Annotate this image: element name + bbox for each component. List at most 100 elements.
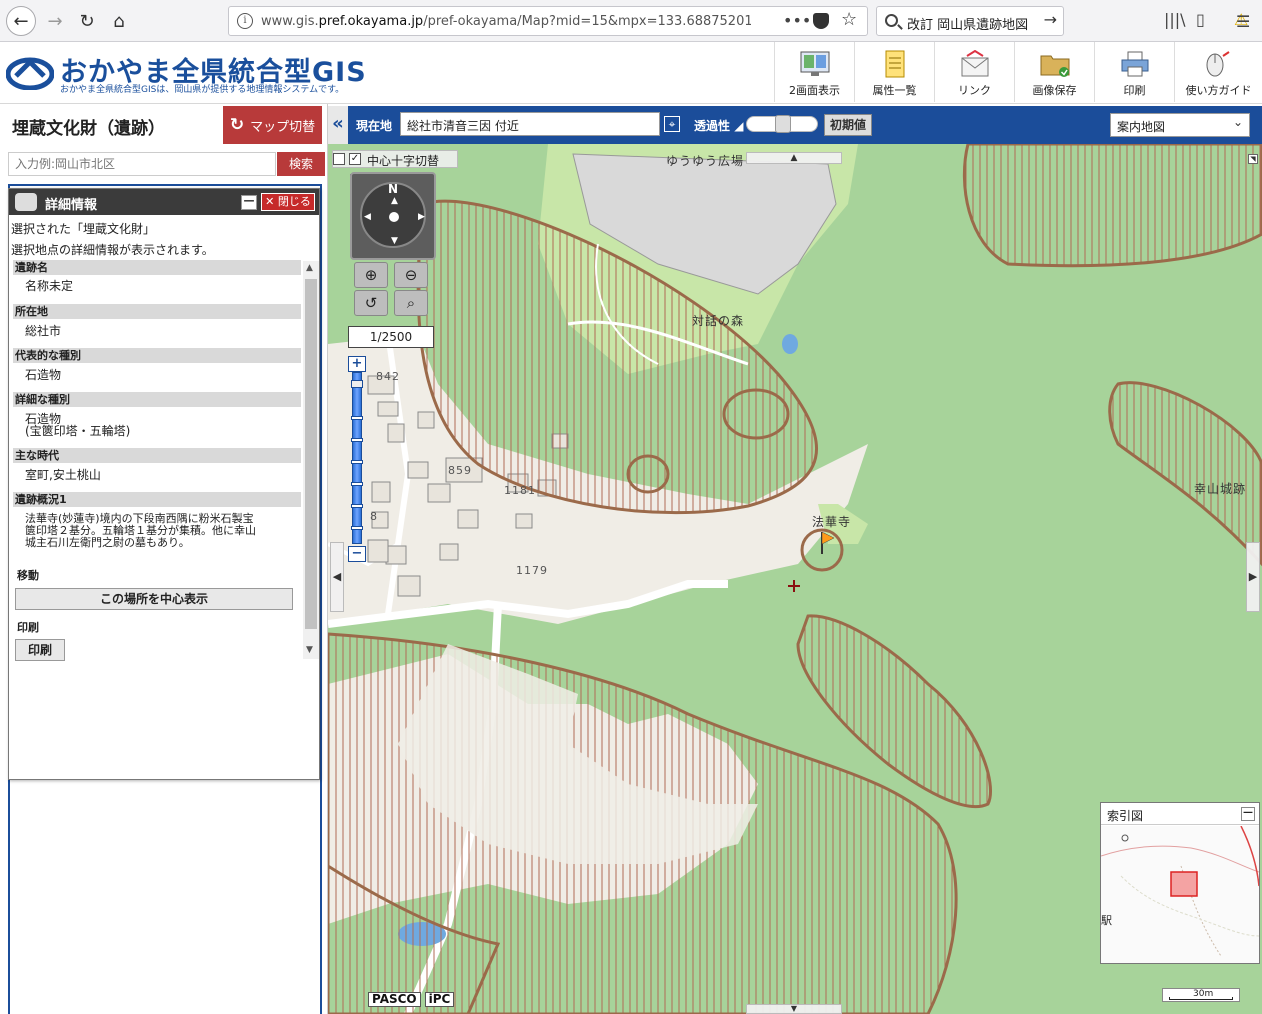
image-save-button[interactable]: 画像保存 (1014, 42, 1094, 102)
center-cross-toggle[interactable]: ✓ 中心十字切替 (332, 150, 458, 168)
back-button[interactable]: ← (6, 6, 36, 36)
zoom-slider-plus[interactable]: + (348, 356, 366, 372)
center-map-button[interactable]: この場所を中心表示 (15, 588, 293, 610)
label-forest: 対話の森 (692, 314, 745, 328)
reset-transparency-button[interactable]: 初期値 (824, 114, 872, 136)
zoom-in-button[interactable]: ⊕ (354, 262, 388, 288)
logo-subtitle: おかやま全県統合型GISは、岡山県が提供する地理情報システムです。 (60, 85, 345, 95)
pan-up-icon[interactable]: ▲ (391, 196, 398, 206)
home-button[interactable]: ⌂ (104, 6, 134, 36)
pan-north-arrow[interactable]: ▲ (746, 152, 842, 164)
address-bar[interactable]: i www.gis.pref.okayama.jp/pref-okayama/M… (228, 6, 868, 36)
scroll-up-icon[interactable]: ▲ (306, 263, 313, 273)
transparency-knob[interactable] (775, 115, 791, 133)
attribute-list-button[interactable]: 属性一覧 (854, 42, 934, 102)
index-map-window[interactable]: 索引図 — 駅 (1100, 802, 1260, 964)
detail-intro: 選択された「埋蔵文化財」 (11, 222, 156, 236)
pan-left-icon[interactable]: ◀ (364, 212, 371, 222)
arrow-right-icon[interactable]: → (1044, 10, 1057, 29)
field-value: 石造物 (宝篋印塔・五輪塔) (25, 412, 131, 438)
map-switch-button[interactable]: ↻ マップ切替 (223, 106, 322, 144)
info-document-icon (15, 193, 37, 211)
info-icon[interactable]: i (237, 13, 253, 29)
browser-search-box[interactable]: 改訂 岡山県遺跡地図 → (876, 6, 1064, 36)
zoom-tick[interactable] (351, 526, 363, 530)
zoom-tick[interactable] (351, 482, 363, 486)
detail-body: 選択された「埋蔵文化財」 選択地点の詳細情報が表示されます。 遺跡名 名称未定 … (9, 215, 319, 779)
building-number: 859 (448, 464, 472, 477)
transparency-slider[interactable] (746, 115, 818, 133)
address-search-input[interactable] (8, 152, 276, 176)
mouse-guide-icon (1206, 51, 1230, 77)
building-number: 842 (376, 370, 400, 383)
bookmark-star-icon[interactable]: ☆ (841, 9, 857, 30)
link-button[interactable]: リンク (934, 42, 1014, 102)
pan-compass[interactable]: N ▲ ▼ ◀ ▶ (350, 172, 436, 260)
url-text[interactable]: www.gis.pref.okayama.jp/pref-okayama/Map… (261, 14, 751, 32)
zoom-tick[interactable] (351, 504, 363, 508)
building-number: 1179 (516, 564, 548, 577)
pan-south-arrow[interactable]: ▼ (746, 1004, 842, 1014)
address-search-button[interactable]: 検索 (277, 152, 325, 176)
pan-down-icon[interactable]: ▼ (391, 236, 398, 246)
zoom-slider-minus[interactable]: − (348, 546, 366, 562)
current-location-field[interactable]: 総社市清音三因 付近 (400, 112, 660, 136)
center-cross-checkbox[interactable]: ✓ (349, 153, 361, 165)
detail-window-header[interactable]: 詳細情報 — ✕ 閉じる (9, 189, 319, 215)
zoom-slider-track[interactable] (352, 372, 362, 544)
pan-west-arrow[interactable]: ◀ (330, 542, 344, 612)
collapse-panel-button[interactable]: « (328, 106, 348, 144)
pan-east-arrow[interactable]: ▶ (1246, 542, 1260, 612)
reload-button[interactable]: ↻ (72, 6, 102, 36)
index-map-station-label: 駅 (1101, 914, 1112, 927)
library-icon[interactable]: |||\ (1164, 10, 1186, 29)
sidebar-icon[interactable]: ▯ (1196, 10, 1205, 29)
zoom-slider-handle[interactable] (351, 380, 363, 388)
index-map-title: 索引図 (1107, 809, 1144, 823)
expand-square-icon[interactable] (333, 153, 345, 165)
field-value: 室町,安土桃山 (25, 468, 101, 482)
detail-scrollbar[interactable]: ▲ ▼ (303, 261, 319, 659)
map-credits: PASCO iPC (368, 992, 458, 1008)
zoom-slider[interactable]: + − (348, 356, 366, 562)
search-icon (885, 14, 898, 27)
index-map-header[interactable]: 索引図 — (1101, 803, 1259, 825)
print-button[interactable]: 印刷 (1094, 42, 1174, 102)
field-label: 遺跡名 (13, 260, 301, 275)
zoom-box-button[interactable]: ⌕ (394, 290, 428, 316)
zoom-tick[interactable] (351, 460, 363, 464)
detail-print-button[interactable]: 印刷 (15, 639, 65, 661)
field-value: 法華寺(妙蓮寺)境内の下段南西隅に粉米石製宝 篋印塔２基分。五輪塔１基分が集積。… (25, 512, 256, 549)
pocket-icon[interactable] (813, 13, 829, 29)
scroll-thumb[interactable] (305, 279, 317, 629)
field-label: 主な時代 (13, 448, 301, 463)
field-label: 代表的な種別 (13, 348, 301, 363)
corner-collapse-icon[interactable]: ◥ (1248, 154, 1258, 164)
map-canvas[interactable]: ゆうゆう広場 対話の森 幸山城跡 法華寺 842 859 1181 1179 8… (328, 144, 1262, 1014)
north-label: N (388, 182, 399, 196)
scale-display[interactable]: 1/2500 (348, 326, 434, 348)
zoom-out-icon: ⊖ (404, 266, 418, 284)
browser-search-text[interactable]: 改訂 岡山県遺跡地図 (907, 14, 1028, 33)
scroll-down-icon[interactable]: ▼ (306, 645, 313, 655)
pan-right-icon[interactable]: ▶ (418, 212, 425, 222)
close-button[interactable]: ✕ 閉じる (261, 193, 315, 211)
locate-icon[interactable]: ⌖ (664, 116, 680, 132)
index-map-view[interactable]: 駅 (1101, 826, 1259, 963)
minimize-button[interactable]: — (241, 195, 257, 210)
index-map-minimize[interactable]: — (1241, 807, 1255, 821)
zoom-tick[interactable] (351, 438, 363, 442)
scale-bar-line (1169, 997, 1233, 1000)
zoom-tick[interactable] (351, 416, 363, 420)
basemap-select[interactable]: 案内地図 ⌄ (1110, 113, 1250, 137)
rotate-reset-button[interactable]: ↺ (354, 290, 388, 316)
chevron-down-icon: ⌄ (1232, 115, 1243, 129)
forward-button[interactable]: → (40, 6, 70, 36)
guide-button[interactable]: 使い方ガイド (1174, 42, 1262, 102)
dual-screen-button[interactable]: 2画面表示 (774, 42, 854, 102)
menu-icon[interactable]: ☰ (1236, 12, 1250, 31)
zoom-out-button[interactable]: ⊖ (394, 262, 428, 288)
attribute-list-icon (885, 50, 905, 78)
compass-center-dot[interactable] (389, 212, 399, 222)
page-actions-button[interactable]: ••• (783, 11, 811, 30)
